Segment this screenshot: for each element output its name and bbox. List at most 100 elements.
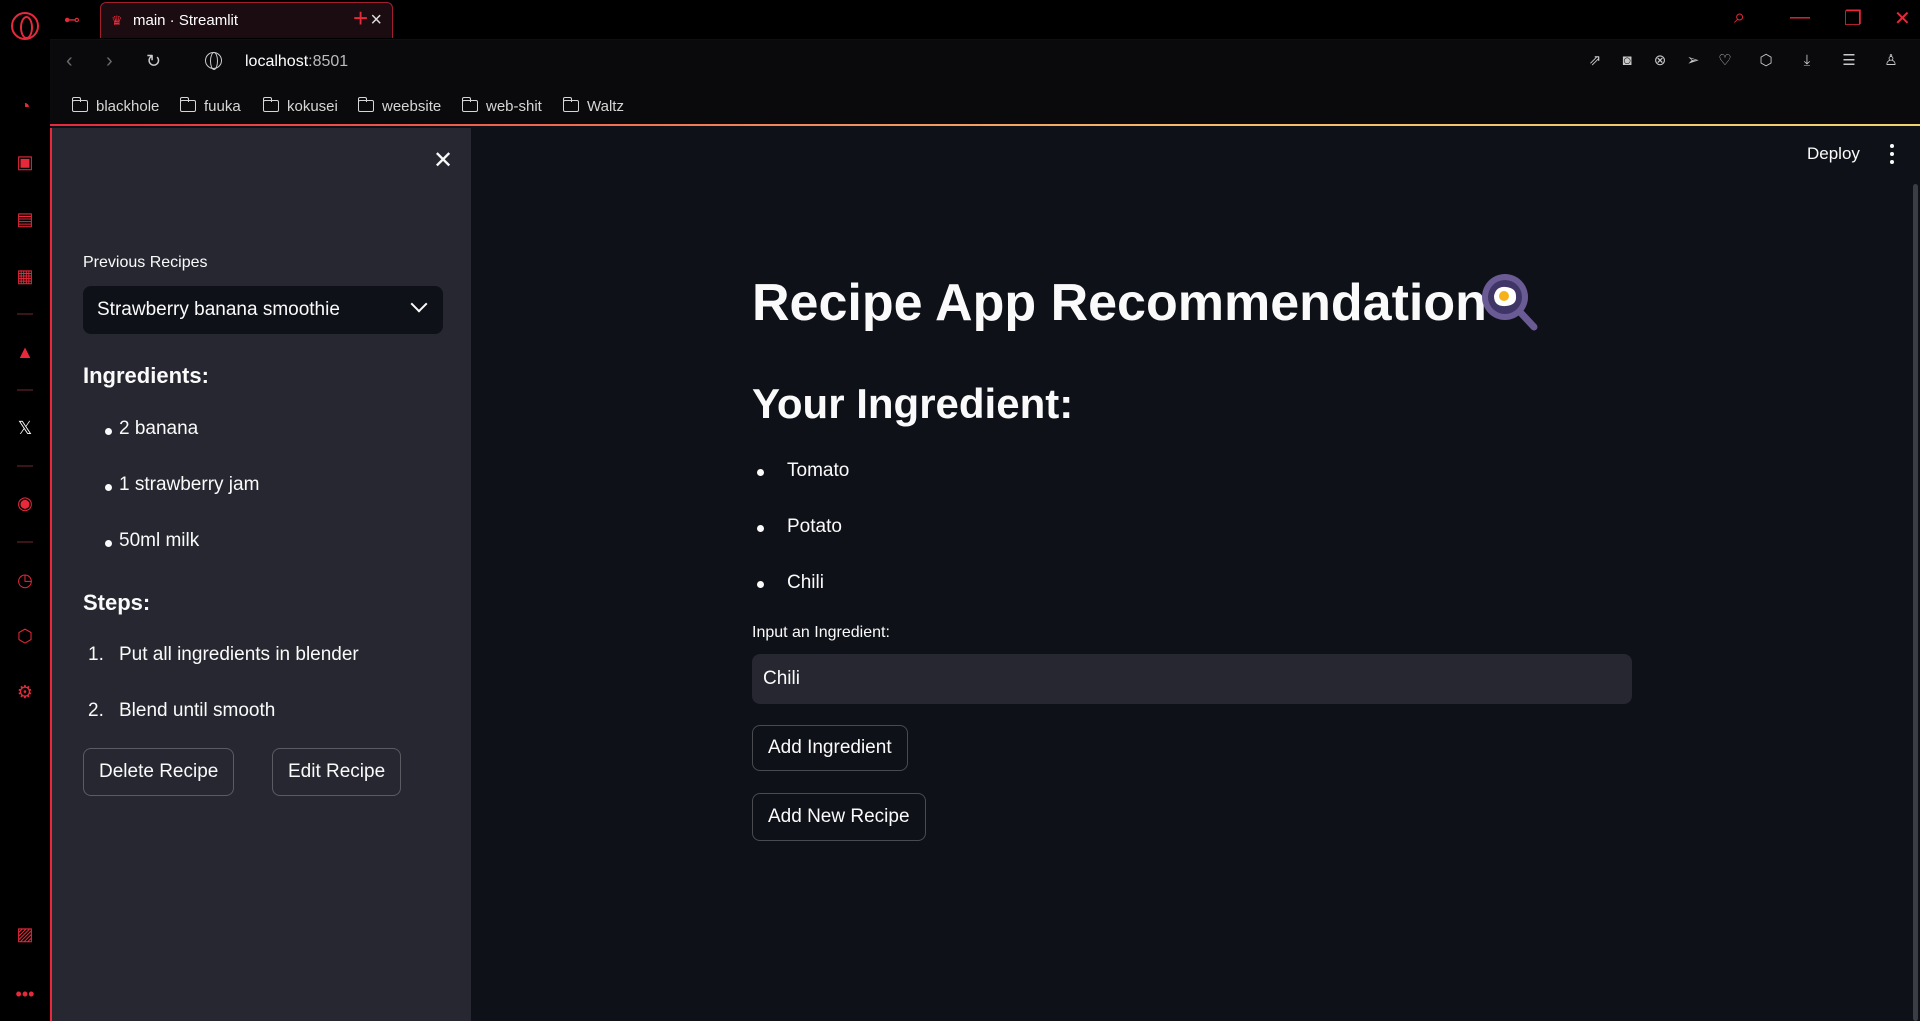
bullet (757, 525, 764, 532)
folder-icon (357, 97, 374, 112)
cube-icon[interactable]: ⬡ (13, 624, 37, 648)
bullet (105, 428, 112, 435)
minimize-icon[interactable]: — (1790, 6, 1810, 29)
folder-icon (179, 97, 196, 112)
folder-icon (71, 97, 88, 112)
player-icon[interactable]: ◉ (13, 491, 37, 515)
adblock-icon[interactable]: ⊗ (1651, 52, 1669, 70)
selected-recipe: Strawberry banana smoothie (97, 299, 340, 320)
bookmark-item[interactable]: web-shit (461, 94, 542, 118)
step-item: Blend until smooth (119, 700, 276, 721)
edit-recipe-button[interactable]: Edit Recipe (272, 748, 402, 796)
sidebar-divider (17, 465, 33, 467)
step-item: Put all ingredients in blender (119, 644, 359, 665)
tab-title: main · Streamlit (133, 12, 239, 29)
bookmark-label: blackhole (96, 97, 160, 115)
deploy-button[interactable]: Deploy (1807, 144, 1860, 164)
briefcase-icon[interactable]: ▣ (13, 150, 37, 174)
profile-icon[interactable]: ♙ (1882, 52, 1900, 70)
send-icon[interactable]: ➢ (1684, 52, 1702, 70)
url-port: :8501 (308, 53, 349, 70)
gamepad-icon[interactable]: ⊷ (64, 10, 86, 29)
chip-icon[interactable]: ▦ (13, 264, 37, 288)
browser-tab[interactable]: ♛ main · Streamlit × (100, 2, 393, 38)
download-icon[interactable]: ⤓ (1798, 52, 1816, 70)
aria-icon[interactable]: ▲ (13, 340, 37, 364)
share-icon[interactable]: ⇗ (1586, 52, 1604, 70)
folder-icon (262, 97, 279, 112)
sidebar-ingredient: 50ml milk (119, 530, 200, 551)
sidebar-close-icon[interactable]: ✕ (433, 146, 453, 175)
bullet (757, 469, 764, 476)
url-host: localhost (245, 53, 309, 70)
step-number: 2. (88, 700, 104, 721)
new-tab-icon[interactable]: + (353, 3, 368, 34)
sidebar-divider (17, 389, 33, 391)
frying-pan-egg-icon (1482, 274, 1538, 331)
ingredient-item: Tomato (787, 460, 850, 481)
bookmark-label: weebsite (382, 97, 442, 115)
ingredient-item: Chili (787, 572, 824, 593)
heart-icon[interactable]: ♡ (1716, 52, 1734, 70)
extensions-cube-icon[interactable]: ⬡ (1757, 52, 1775, 70)
bookmark-label: kokusei (287, 97, 338, 115)
window-close-icon[interactable]: ✕ (1894, 6, 1911, 31)
more-dots-icon[interactable]: ••• (13, 982, 37, 1006)
settings-gear-icon[interactable]: ⚙ (13, 680, 37, 704)
speed-dial-icon[interactable]: ◔ (13, 94, 37, 118)
back-icon[interactable]: ‹ (66, 50, 73, 73)
easy-setup-icon[interactable]: ☰ (1840, 52, 1858, 70)
streamlit-crown-icon: ♛ (111, 13, 123, 28)
folder-icon (461, 97, 478, 112)
bookmark-label: fuuka (204, 97, 241, 115)
select-label: Previous Recipes (83, 254, 208, 271)
bookmark-item[interactable]: weebsite (357, 94, 442, 118)
reload-icon[interactable]: ↻ (146, 51, 161, 72)
folder-icon (562, 97, 579, 112)
ingredient-input[interactable] (752, 654, 1632, 704)
bookmark-label: Waltz (587, 97, 624, 115)
tab-bar: ⊷ ♛ main · Streamlit × + ⌕ — ❐ ✕ (50, 0, 1920, 40)
opera-logo-icon[interactable] (11, 12, 39, 40)
page-title: Recipe App Recommendation (752, 274, 1487, 332)
browser-sidebar: ◔ ▣ ▤ ▦ ▲ 𝕏 ◉ ◷ ⬡ ⚙ ▨ ••• (0, 0, 50, 1021)
add-ingredient-button[interactable]: Add Ingredient (752, 725, 908, 771)
ingredient-input-label: Input an Ingredient: (752, 624, 890, 641)
recipe-select[interactable]: Strawberry banana smoothie (83, 286, 443, 334)
scrollbar[interactable] (1913, 184, 1918, 1021)
tab-close-icon[interactable]: × (370, 9, 382, 32)
app-main: Deploy Recipe App Recommendation Your In… (471, 128, 1920, 1021)
bookmark-item[interactable]: Waltz (562, 94, 624, 118)
steps-heading: Steps: (83, 590, 151, 615)
app-sidebar: ✕ Previous Recipes Strawberry banana smo… (50, 128, 471, 1021)
history-icon[interactable]: ◷ (13, 568, 37, 592)
site-info-globe-icon[interactable] (205, 52, 222, 70)
address-bar: ‹ › ↻ localhost:8501 ⇗ ◙ ⊗ ➢ ♡ ⬡ ⤓ ☰ ♙ b… (50, 40, 1920, 126)
delete-recipe-button[interactable]: Delete Recipe (83, 748, 235, 796)
search-icon[interactable]: ⌕ (1734, 6, 1745, 29)
add-new-recipe-button[interactable]: Add New Recipe (752, 793, 926, 841)
sidebar-divider (17, 541, 33, 543)
ingredients-subtitle: Your Ingredient: (752, 380, 1074, 427)
ingredient-item: Potato (787, 516, 842, 537)
twitch-icon[interactable]: ▤ (13, 207, 37, 231)
chevron-down-icon (410, 295, 428, 313)
bookmark-item[interactable]: kokusei (262, 94, 338, 118)
gallery-icon[interactable]: ▨ (13, 922, 37, 946)
sidebar-ingredient: 1 strawberry jam (119, 474, 260, 495)
bookmark-item[interactable]: blackhole (71, 94, 160, 118)
bullet (105, 484, 112, 491)
url-field[interactable]: localhost:8501 (245, 53, 348, 71)
restore-icon[interactable]: ❐ (1844, 6, 1862, 31)
sidebar-ingredient: 2 banana (119, 418, 199, 439)
bullet (757, 581, 764, 588)
step-number: 1. (88, 644, 104, 665)
x-twitter-icon[interactable]: 𝕏 (13, 416, 37, 440)
bullet (105, 540, 112, 547)
camera-icon[interactable]: ◙ (1618, 52, 1636, 70)
forward-icon[interactable]: › (106, 50, 113, 73)
bookmark-label: web-shit (486, 97, 542, 115)
main-menu-icon[interactable] (1890, 144, 1894, 164)
bookmark-item[interactable]: fuuka (179, 94, 241, 118)
ingredients-heading: Ingredients: (83, 363, 209, 388)
